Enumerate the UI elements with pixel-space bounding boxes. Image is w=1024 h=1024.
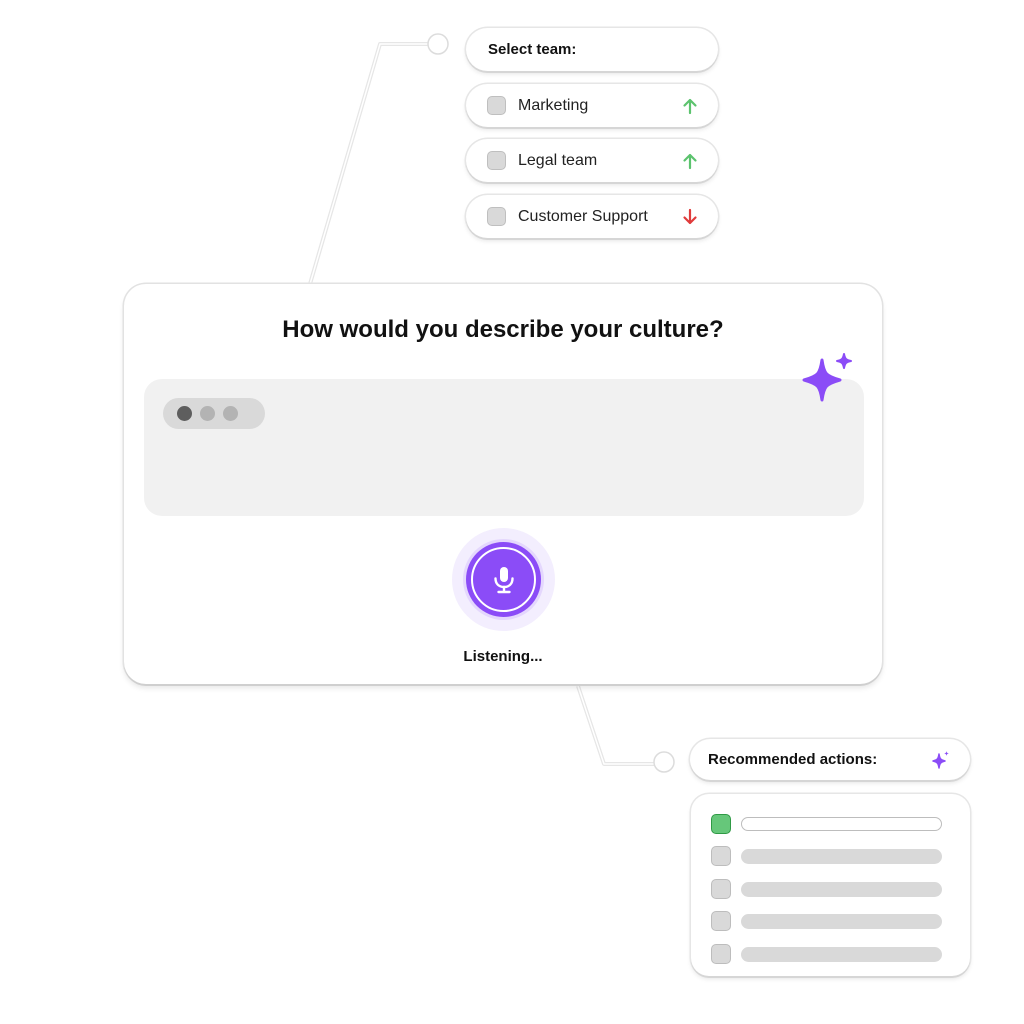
checkbox[interactable] <box>487 207 506 226</box>
arrow-down-icon <box>683 208 697 224</box>
typing-dot <box>177 406 192 421</box>
action-placeholder-bar <box>741 817 942 831</box>
connector-node-top <box>427 33 449 55</box>
checkbox[interactable] <box>487 151 506 170</box>
action-item[interactable] <box>711 944 943 964</box>
checkbox[interactable] <box>711 911 731 931</box>
recommended-actions-list <box>691 794 970 976</box>
recommended-actions-header: Recommended actions: <box>690 739 970 780</box>
action-item[interactable] <box>711 846 943 866</box>
select-team-header: Select team: <box>466 28 718 71</box>
survey-card: How would you describe your culture? Lis… <box>124 284 882 684</box>
action-item[interactable] <box>711 879 943 899</box>
checkbox[interactable] <box>487 96 506 115</box>
typing-indicator <box>163 398 265 429</box>
checkbox[interactable] <box>711 944 731 964</box>
team-label: Legal team <box>518 151 598 169</box>
checkbox[interactable] <box>711 879 731 899</box>
team-option-legal[interactable]: Legal team <box>466 139 718 182</box>
checkbox[interactable] <box>711 846 731 866</box>
answer-area[interactable] <box>144 379 864 516</box>
microphone-icon <box>493 566 514 593</box>
action-placeholder-bar <box>741 946 942 962</box>
checkbox-checked[interactable] <box>711 814 731 834</box>
action-placeholder-bar <box>741 881 942 897</box>
arrow-up-icon <box>683 153 697 169</box>
team-label: Customer Support <box>518 207 648 225</box>
listening-status: Listening... <box>463 648 543 665</box>
survey-question: How would you describe your culture? <box>282 316 724 343</box>
action-placeholder-bar <box>741 913 942 929</box>
action-placeholder-bar <box>741 848 942 864</box>
typing-dot <box>200 406 215 421</box>
action-item[interactable] <box>711 911 943 931</box>
team-option-customer-support[interactable]: Customer Support <box>466 195 718 238</box>
typing-dot <box>223 406 238 421</box>
arrow-up-icon <box>683 98 697 114</box>
recommended-actions-label: Recommended actions: <box>708 751 878 768</box>
sparkle-icon <box>802 353 852 402</box>
action-item[interactable] <box>711 814 943 834</box>
sparkle-icon <box>932 750 949 769</box>
microphone-button[interactable] <box>466 542 541 617</box>
select-team-label: Select team: <box>488 41 577 58</box>
connector-node-bottom <box>653 751 675 773</box>
team-option-marketing[interactable]: Marketing <box>466 84 718 127</box>
team-label: Marketing <box>518 96 589 114</box>
